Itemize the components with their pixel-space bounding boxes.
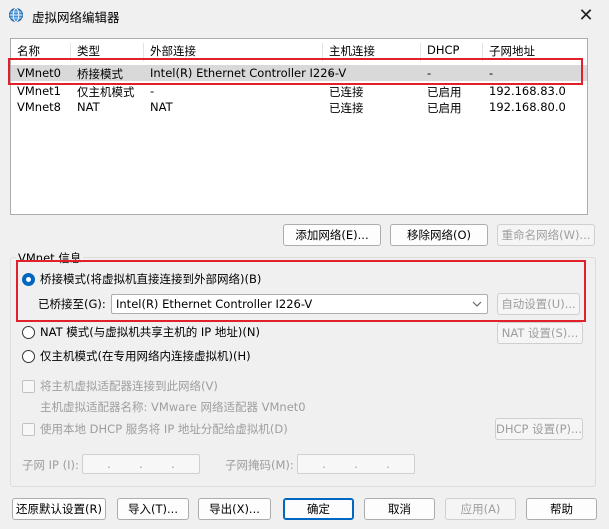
bridged-mode-radio[interactable]: 桥接模式(将虚拟机直接连接到外部网络)(B): [22, 270, 261, 288]
add-network-button[interactable]: 添加网络(E)...: [283, 224, 381, 246]
restore-defaults-button[interactable]: 还原默认设置(R): [12, 498, 106, 520]
virtual-network-editor-window: 虚拟网络编辑器 ✕ 名称 类型 外部连接 主机连接 DHCP 子网地址 VMne…: [0, 0, 609, 529]
cell-external: NAT: [150, 100, 173, 114]
import-button[interactable]: 导入(T)...: [117, 498, 189, 520]
nat-settings-button[interactable]: NAT 设置(S)...: [497, 322, 583, 344]
cell-name: VMnet1: [17, 84, 61, 98]
export-button[interactable]: 导出(X)...: [198, 498, 271, 520]
dhcp-settings-button[interactable]: DHCP 设置(P)...: [495, 418, 583, 440]
column-header-subnet[interactable]: 子网地址: [483, 43, 587, 61]
remove-network-button[interactable]: 移除网络(O): [390, 224, 488, 246]
subnet-mask-label: 子网掩码(M):: [225, 458, 294, 472]
host-only-radio[interactable]: 仅主机模式(在专用网络内连接虚拟机)(H): [22, 347, 251, 365]
radio-unchecked-icon: [22, 325, 35, 339]
ip-separator: .: [171, 457, 175, 471]
radio-unchecked-icon: [22, 349, 35, 363]
cell-subnet: 192.168.80.0: [489, 100, 566, 114]
cell-subnet: -: [489, 66, 494, 80]
cell-type: 仅主机模式: [77, 85, 135, 99]
vmnet-info-legend: VMnet 信息: [16, 250, 84, 266]
bridged-to-select[interactable]: Intel(R) Ethernet Controller I226-V: [111, 294, 488, 314]
column-header-external[interactable]: 外部连接: [144, 43, 323, 61]
window-title: 虚拟网络编辑器: [32, 10, 120, 25]
dhcp-checkbox[interactable]: 使用本地 DHCP 服务将 IP 地址分配给虚拟机(D): [22, 420, 288, 438]
table-row[interactable]: VMnet8 NAT NAT 已连接 已启用 192.168.80.0: [11, 99, 587, 115]
table-row[interactable]: VMnet0 桥接模式 Intel(R) Ethernet Controller…: [11, 65, 587, 81]
help-button[interactable]: 帮助: [526, 498, 597, 520]
subnet-ip-label: 子网 IP (I):: [22, 458, 79, 472]
title-bar: 虚拟网络编辑器 ✕: [0, 0, 609, 30]
globe-icon: [9, 8, 23, 22]
ip-separator: .: [354, 457, 358, 471]
ip-separator: .: [107, 457, 111, 471]
cell-type: 桥接模式: [77, 67, 123, 81]
chevron-down-icon: [472, 301, 482, 307]
table-row[interactable]: VMnet1 仅主机模式 - 已连接 已启用 192.168.83.0: [11, 83, 587, 99]
apply-button[interactable]: 应用(A): [445, 498, 516, 520]
bridged-mode-label: 桥接模式(将虚拟机直接连接到外部网络)(B): [40, 272, 262, 286]
cell-dhcp: -: [427, 66, 432, 80]
checkbox-icon: [22, 422, 35, 436]
bridged-to-label: 已桥接至(G):: [38, 297, 106, 311]
connect-adapter-checkbox[interactable]: 将主机虚拟适配器连接到此网络(V): [22, 377, 218, 395]
cancel-button[interactable]: 取消: [364, 498, 435, 520]
ip-separator: .: [322, 457, 326, 471]
subnet-ip-input[interactable]: . . .: [82, 454, 200, 474]
cell-subnet: 192.168.83.0: [489, 84, 566, 98]
cell-type: NAT: [77, 100, 100, 114]
cell-name: VMnet8: [17, 100, 61, 114]
ip-separator: .: [139, 457, 143, 471]
nat-mode-radio[interactable]: NAT 模式(与虚拟机共享主机的 IP 地址)(N): [22, 323, 260, 341]
column-header-type[interactable]: 类型: [71, 43, 144, 61]
rename-network-button[interactable]: 重命名网络(W)...: [497, 224, 595, 246]
cell-host: 已连接: [329, 85, 364, 99]
auto-settings-button[interactable]: 自动设置(U)...: [497, 293, 580, 315]
cell-dhcp: 已启用: [427, 101, 462, 115]
cell-host: 已连接: [329, 101, 364, 115]
ip-separator: .: [386, 457, 390, 471]
column-header-dhcp[interactable]: DHCP: [421, 43, 483, 61]
list-header: 名称 类型 外部连接 主机连接 DHCP 子网地址: [11, 39, 587, 61]
cell-dhcp: 已启用: [427, 85, 462, 99]
connect-adapter-label: 将主机虚拟适配器连接到此网络(V): [40, 379, 218, 393]
close-button[interactable]: ✕: [563, 0, 609, 30]
cell-external: Intel(R) Ethernet Controller I226-V: [150, 66, 347, 80]
column-header-host[interactable]: 主机连接: [323, 43, 421, 61]
subnet-mask-input[interactable]: . . .: [297, 454, 415, 474]
cell-host: -: [329, 66, 334, 80]
column-header-name[interactable]: 名称: [11, 43, 71, 61]
host-only-label: 仅主机模式(在专用网络内连接虚拟机)(H): [40, 349, 251, 363]
vmnet-info-group: [10, 257, 596, 487]
radio-checked-icon: [22, 272, 35, 286]
bridged-to-value: Intel(R) Ethernet Controller I226-V: [116, 297, 313, 311]
nat-mode-label: NAT 模式(与虚拟机共享主机的 IP 地址)(N): [40, 325, 260, 339]
adapter-name-label: 主机虚拟适配器名称: VMware 网络适配器 VMnet0: [40, 400, 306, 414]
checkbox-icon: [22, 379, 35, 393]
cell-name: VMnet0: [17, 66, 61, 80]
network-list[interactable]: 名称 类型 外部连接 主机连接 DHCP 子网地址 VMnet0 桥接模式 In…: [10, 38, 588, 215]
cell-external: -: [150, 84, 155, 98]
dhcp-label: 使用本地 DHCP 服务将 IP 地址分配给虚拟机(D): [40, 422, 288, 436]
ok-button[interactable]: 确定: [283, 498, 354, 520]
close-icon: ✕: [578, 4, 594, 26]
